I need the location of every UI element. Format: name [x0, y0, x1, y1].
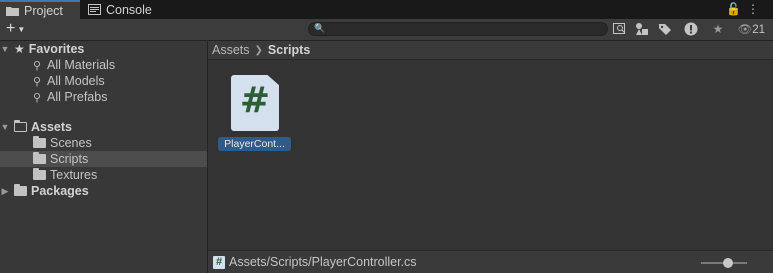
chevron-down-icon: ▼ [17, 24, 26, 34]
tab-project[interactable]: Project [0, 0, 80, 19]
csharp-script-icon: # [231, 75, 279, 131]
console-icon [88, 4, 101, 15]
csharp-script-icon: # [213, 255, 225, 269]
folder-tree: ▼ ★ Favorites ⚲ All Materials ⚲ All Mode… [0, 41, 208, 273]
favorites-star-icon[interactable]: ★ [708, 21, 728, 37]
search-icon: ⚲ [32, 75, 42, 88]
script-glyph: # [239, 80, 271, 121]
search-field[interactable]: 🔍 [308, 22, 608, 36]
breadcrumb-root[interactable]: Assets [212, 43, 250, 57]
tree-packages-label: Packages [31, 184, 89, 198]
tree-favorites-label: Favorites [28, 42, 85, 56]
search-icon: ⚲ [32, 59, 42, 72]
tab-console-label: Console [106, 2, 152, 17]
tree-item-label: Textures [50, 168, 98, 182]
tree-packages[interactable]: ▶ Packages [0, 183, 207, 199]
star-icon: ★ [14, 42, 25, 56]
search-icon: ⚲ [32, 91, 42, 104]
tree-folder-scripts[interactable]: Scripts [0, 151, 207, 167]
filter-by-label-icon[interactable] [655, 21, 675, 37]
folder-icon [33, 152, 46, 164]
visibility-count: 21 [752, 24, 765, 36]
zoom-slider[interactable] [701, 258, 747, 268]
folder-icon [14, 184, 27, 196]
folder-icon [6, 5, 19, 16]
selected-asset-path: Assets/Scripts/PlayerController.cs [229, 255, 417, 269]
tab-console[interactable]: Console [82, 0, 162, 19]
tree-item-label: All Models [47, 74, 105, 88]
tab-project-label: Project [24, 3, 63, 18]
toolbar: + ▼ 🔍 ★ 👁21 [0, 19, 773, 41]
asset-browser: Assets ❯ Scripts # PlayerCont... [208, 41, 773, 250]
search-by-type-icon[interactable] [610, 21, 630, 37]
search-icon: 🔍 [314, 23, 326, 33]
folder-icon [33, 168, 46, 180]
tree-favorite-item[interactable]: ⚲ All Materials [0, 57, 207, 73]
tree-item-label: Scenes [50, 136, 92, 150]
tree-assets-label: Assets [31, 120, 72, 134]
expanded-arrow-icon[interactable]: ▼ [0, 44, 10, 54]
folder-icon [33, 136, 46, 148]
chevron-right-icon: ❯ [254, 44, 263, 56]
warning-icon[interactable] [681, 21, 701, 37]
tree-assets[interactable]: ▼ Assets [0, 119, 207, 135]
visibility-toggle[interactable]: 👁21 [738, 22, 765, 36]
window-controls: 🔓⋮ [726, 2, 765, 16]
tree-item-label: Scripts [50, 152, 89, 166]
tree-item-label: All Materials [47, 58, 116, 72]
folder-open-icon [13, 120, 27, 132]
breadcrumb: Assets ❯ Scripts [208, 41, 773, 60]
filter-by-type-icon[interactable] [632, 21, 652, 37]
tree-folder-textures[interactable]: Textures [0, 167, 207, 183]
plus-icon: + [6, 20, 16, 37]
tree-favorite-item[interactable]: ⚲ All Models [0, 73, 207, 89]
status-bar: # Assets/Scripts/PlayerController.cs [208, 250, 773, 273]
tree-favorite-item[interactable]: ⚲ All Prefabs [0, 89, 207, 105]
tree-item-label: All Prefabs [47, 90, 108, 104]
eye-icon: 👁 [737, 24, 753, 36]
collapsed-arrow-icon[interactable]: ▶ [0, 186, 10, 197]
tab-bar: Project Console 🔓⋮ [0, 0, 773, 19]
breadcrumb-current[interactable]: Scripts [268, 43, 310, 57]
add-asset-button[interactable]: + ▼ [6, 20, 25, 38]
more-menu-icon[interactable]: ⋮ [747, 2, 765, 16]
asset-item-label: PlayerCont... [218, 137, 291, 151]
tree-folder-scenes[interactable]: Scenes [0, 135, 207, 151]
zoom-slider-handle[interactable] [722, 258, 733, 268]
expanded-arrow-icon[interactable]: ▼ [0, 122, 10, 132]
lock-icon[interactable]: 🔓 [726, 2, 747, 16]
tree-favorites[interactable]: ▼ ★ Favorites [0, 41, 207, 57]
